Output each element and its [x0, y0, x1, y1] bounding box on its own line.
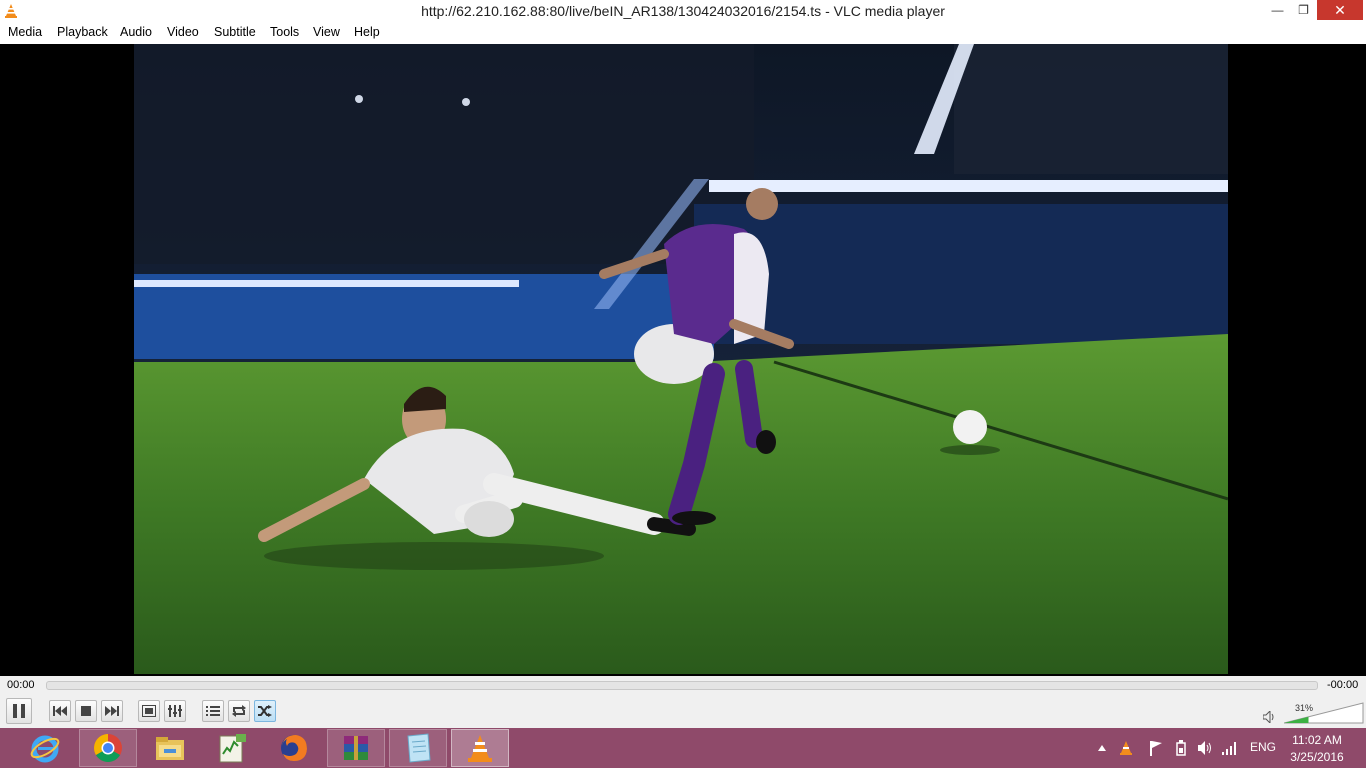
tray-vlc-icon[interactable]	[1119, 740, 1133, 756]
task-manager-icon	[219, 734, 246, 763]
taskbar-winrar[interactable]	[327, 729, 385, 767]
taskbar-task-manager[interactable]	[203, 729, 261, 767]
clock-date[interactable]: 3/25/2016	[1282, 750, 1352, 764]
pause-button[interactable]	[6, 698, 32, 724]
menu-subtitle[interactable]: Subtitle	[214, 25, 256, 39]
title-bar: http://62.210.162.88:80/live/beIN_AR138/…	[0, 0, 1366, 23]
speaker-icon[interactable]	[1263, 711, 1275, 723]
pause-icon	[13, 704, 25, 718]
loop-icon	[232, 705, 246, 717]
volume-tray-icon[interactable]	[1197, 740, 1213, 756]
network-signal-icon[interactable]	[1221, 740, 1237, 756]
taskbar-vlc[interactable]	[451, 729, 509, 767]
power-battery-icon[interactable]	[1173, 739, 1189, 757]
playlist-button[interactable]	[202, 700, 224, 722]
previous-button[interactable]	[49, 700, 71, 722]
player-controls: 00:00 -00:00 31%	[0, 676, 1366, 728]
winrar-icon	[344, 736, 368, 760]
taskbar-internet-explorer[interactable]	[16, 729, 74, 767]
menu-audio[interactable]: Audio	[120, 25, 152, 39]
extended-settings-icon	[168, 705, 182, 717]
menu-tools[interactable]: Tools	[270, 25, 299, 39]
minimize-button[interactable]: —	[1264, 0, 1291, 20]
taskbar-notepad[interactable]	[389, 729, 447, 767]
next-button[interactable]	[101, 700, 123, 722]
loop-button[interactable]	[228, 700, 250, 722]
file-explorer-icon	[156, 737, 184, 760]
shuffle-icon	[258, 705, 272, 717]
taskbar-firefox[interactable]	[265, 729, 323, 767]
language-indicator[interactable]: ENG	[1250, 740, 1276, 754]
menu-playback[interactable]: Playback	[57, 25, 108, 39]
fullscreen-button[interactable]	[138, 700, 160, 722]
playlist-icon	[206, 706, 220, 716]
menu-help[interactable]: Help	[354, 25, 380, 39]
internet-explorer-icon	[30, 735, 60, 763]
menu-video[interactable]: Video	[167, 25, 199, 39]
window-title: http://62.210.162.88:80/live/beIN_AR138/…	[421, 3, 945, 19]
previous-icon	[53, 706, 67, 716]
stop-icon	[81, 706, 91, 716]
menu-bar: Media Playback Audio Video Subtitle Tool…	[0, 23, 1366, 43]
taskbar-chrome[interactable]	[79, 729, 137, 767]
firefox-icon	[281, 735, 307, 761]
close-button[interactable]: ✕	[1317, 0, 1363, 20]
elapsed-time[interactable]: 00:00	[7, 679, 35, 691]
shuffle-button[interactable]	[254, 700, 276, 722]
volume-slider[interactable]	[1284, 702, 1364, 724]
menu-view[interactable]: View	[313, 25, 340, 39]
show-hidden-icons-icon[interactable]	[1098, 745, 1106, 751]
menu-media[interactable]: Media	[8, 25, 42, 39]
maximize-button[interactable]: ❐	[1290, 0, 1317, 20]
chrome-icon	[94, 734, 122, 762]
extended-settings-button[interactable]	[164, 700, 186, 722]
seek-bar[interactable]	[46, 681, 1318, 690]
vlc-icon	[468, 735, 492, 762]
notepad-icon	[407, 733, 431, 763]
next-icon	[105, 706, 119, 716]
taskbar-file-explorer[interactable]	[141, 729, 199, 767]
fullscreen-icon	[142, 705, 156, 717]
clock-time[interactable]: 11:02 AM	[1282, 733, 1352, 747]
stop-button[interactable]	[75, 700, 97, 722]
action-center-flag-icon[interactable]	[1149, 740, 1163, 756]
video-frame	[134, 44, 1228, 674]
taskbar: ENG 11:02 AM 3/25/2016	[0, 728, 1366, 768]
video-area[interactable]	[0, 44, 1366, 676]
remaining-time[interactable]: -00:00	[1327, 679, 1358, 691]
